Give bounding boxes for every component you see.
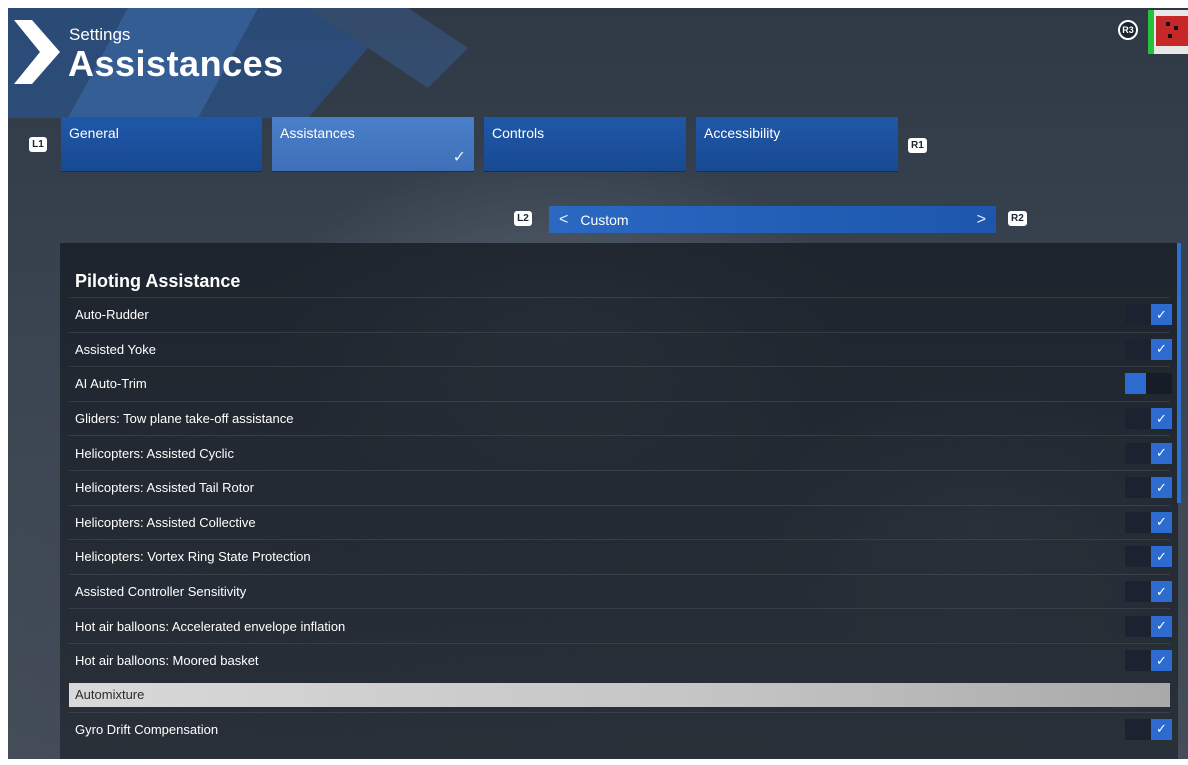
setting-row-gliders-tow[interactable]: Gliders: Tow plane take-off assistance ✓ xyxy=(69,400,1172,436)
breadcrumb: Settings xyxy=(69,25,131,44)
back-chevron-icon[interactable] xyxy=(14,20,60,84)
setting-label: Hot air balloons: Accelerated envelope i… xyxy=(75,618,346,634)
toggle-checkbox[interactable]: ✓ xyxy=(1125,511,1172,533)
setting-label: Automixture xyxy=(75,687,145,703)
checkmark-icon: ✓ xyxy=(1156,618,1167,634)
r2-button-badge[interactable]: R2 xyxy=(1008,211,1027,226)
page-title: Assistances xyxy=(68,43,284,84)
setting-row-ai-auto-trim[interactable]: AI Auto-Trim ✓ xyxy=(69,366,1172,401)
checkmark-icon: ✓ xyxy=(1156,514,1167,530)
l1-button-badge[interactable]: L1 xyxy=(29,137,47,152)
corner-indicator-green xyxy=(1148,10,1154,54)
checkmark-icon: ✓ xyxy=(452,149,466,166)
toggle-checkbox[interactable]: ✓ xyxy=(1125,581,1172,603)
setting-label: Helicopters: Vortex Ring State Protectio… xyxy=(75,549,311,565)
toggle-checkbox[interactable]: ✓ xyxy=(1125,408,1172,430)
checkmark-icon: ✓ xyxy=(1156,583,1167,599)
checkmark-icon: ✓ xyxy=(1156,548,1167,564)
setting-label: AI Auto-Trim xyxy=(75,376,147,392)
setting-label: Helicopters: Assisted Tail Rotor xyxy=(75,480,254,496)
setting-label: Helicopters: Assisted Collective xyxy=(75,514,256,530)
section-title: Piloting Assistance xyxy=(75,271,241,291)
tab-assistances[interactable]: Assistances ✓ xyxy=(272,117,474,172)
setting-label: Helicopters: Assisted Cyclic xyxy=(75,445,234,461)
scrollbar[interactable] xyxy=(1177,243,1181,503)
setting-row-heli-collective[interactable]: Helicopters: Assisted Collective ✓ xyxy=(69,504,1172,540)
frame-left xyxy=(0,0,8,765)
checkmark-icon: ✓ xyxy=(1156,479,1167,495)
preset-value: Custom xyxy=(580,211,629,228)
checkmark-icon: ✓ xyxy=(1156,721,1167,737)
setting-label: Assisted Controller Sensitivity xyxy=(75,584,247,600)
checkmark-icon: ✓ xyxy=(1156,445,1167,461)
setting-row-balloon-moored[interactable]: Hot air balloons: Moored basket ✓ xyxy=(69,642,1172,678)
r1-button-badge[interactable]: R1 xyxy=(908,138,927,153)
setting-row-gyro-drift[interactable]: Gyro Drift Compensation ✓ xyxy=(69,711,1172,747)
setting-row-controller-sensitivity[interactable]: Assisted Controller Sensitivity ✓ xyxy=(69,573,1172,609)
l2-button-badge[interactable]: L2 xyxy=(514,211,532,226)
tab-accessibility[interactable]: Accessibility xyxy=(696,117,898,172)
toggle-checkbox[interactable]: ✓ xyxy=(1125,338,1172,360)
toggle-checkbox[interactable]: ✓ xyxy=(1125,546,1172,568)
toggle-checkbox[interactable]: ✓ xyxy=(1125,373,1172,395)
checkmark-icon: ✓ xyxy=(1156,652,1167,668)
setting-label: Assisted Yoke xyxy=(75,341,156,357)
tab-general[interactable]: General xyxy=(61,117,262,172)
checkmark-icon: ✓ xyxy=(1156,306,1167,322)
r3-button-badge[interactable]: R3 xyxy=(1118,20,1138,40)
checkmark-icon: ✓ xyxy=(1156,410,1167,426)
tab-label: General xyxy=(69,125,119,141)
toggle-checkbox[interactable]: ✓ xyxy=(1125,615,1172,637)
toggle-checkbox[interactable]: ✓ xyxy=(1125,477,1172,499)
setting-row-heli-cyclic[interactable]: Helicopters: Assisted Cyclic ✓ xyxy=(69,435,1172,470)
preset-selector[interactable]: < Custom > xyxy=(549,206,996,233)
setting-label: Gliders: Tow plane take-off assistance xyxy=(75,411,294,427)
toggle-checkbox[interactable]: ✓ xyxy=(1125,718,1172,740)
setting-label: Auto-Rudder xyxy=(75,307,149,323)
setting-row-heli-vortex[interactable]: Helicopters: Vortex Ring State Protectio… xyxy=(69,539,1172,574)
checkmark-icon: ✓ xyxy=(1156,341,1167,357)
frame-top xyxy=(0,0,1188,8)
toggle-checkbox[interactable]: ✓ xyxy=(1125,650,1172,672)
tab-controls[interactable]: Controls xyxy=(484,117,686,172)
corner-indicator-red xyxy=(1156,16,1188,46)
setting-label: Hot air balloons: Moored basket xyxy=(75,653,259,669)
settings-panel: Piloting Assistance Auto-Rudder ✓ Assist… xyxy=(60,243,1178,759)
chevron-left-icon[interactable]: < xyxy=(559,211,568,229)
toggle-checkbox[interactable]: ✓ xyxy=(1125,304,1172,326)
setting-label: Gyro Drift Compensation xyxy=(75,721,219,737)
setting-row-assisted-yoke[interactable]: Assisted Yoke ✓ xyxy=(69,331,1172,367)
toggle-checkbox[interactable]: ✓ xyxy=(1125,442,1172,464)
tab-label: Assistances xyxy=(280,125,355,141)
chevron-right-icon[interactable]: > xyxy=(977,211,986,229)
settings-list: Auto-Rudder ✓ Assisted Yoke ✓ AI Auto-Tr… xyxy=(69,297,1172,747)
setting-row-heli-tail-rotor[interactable]: Helicopters: Assisted Tail Rotor ✓ xyxy=(69,469,1172,505)
frame-bottom xyxy=(0,759,1188,765)
setting-row-balloon-inflation[interactable]: Hot air balloons: Accelerated envelope i… xyxy=(69,608,1172,643)
tab-label: Controls xyxy=(492,125,545,141)
setting-row-automixture[interactable]: Automixture ✓ xyxy=(69,682,1170,707)
tab-label: Accessibility xyxy=(704,125,781,141)
setting-row-auto-rudder[interactable]: Auto-Rudder ✓ xyxy=(69,297,1172,332)
